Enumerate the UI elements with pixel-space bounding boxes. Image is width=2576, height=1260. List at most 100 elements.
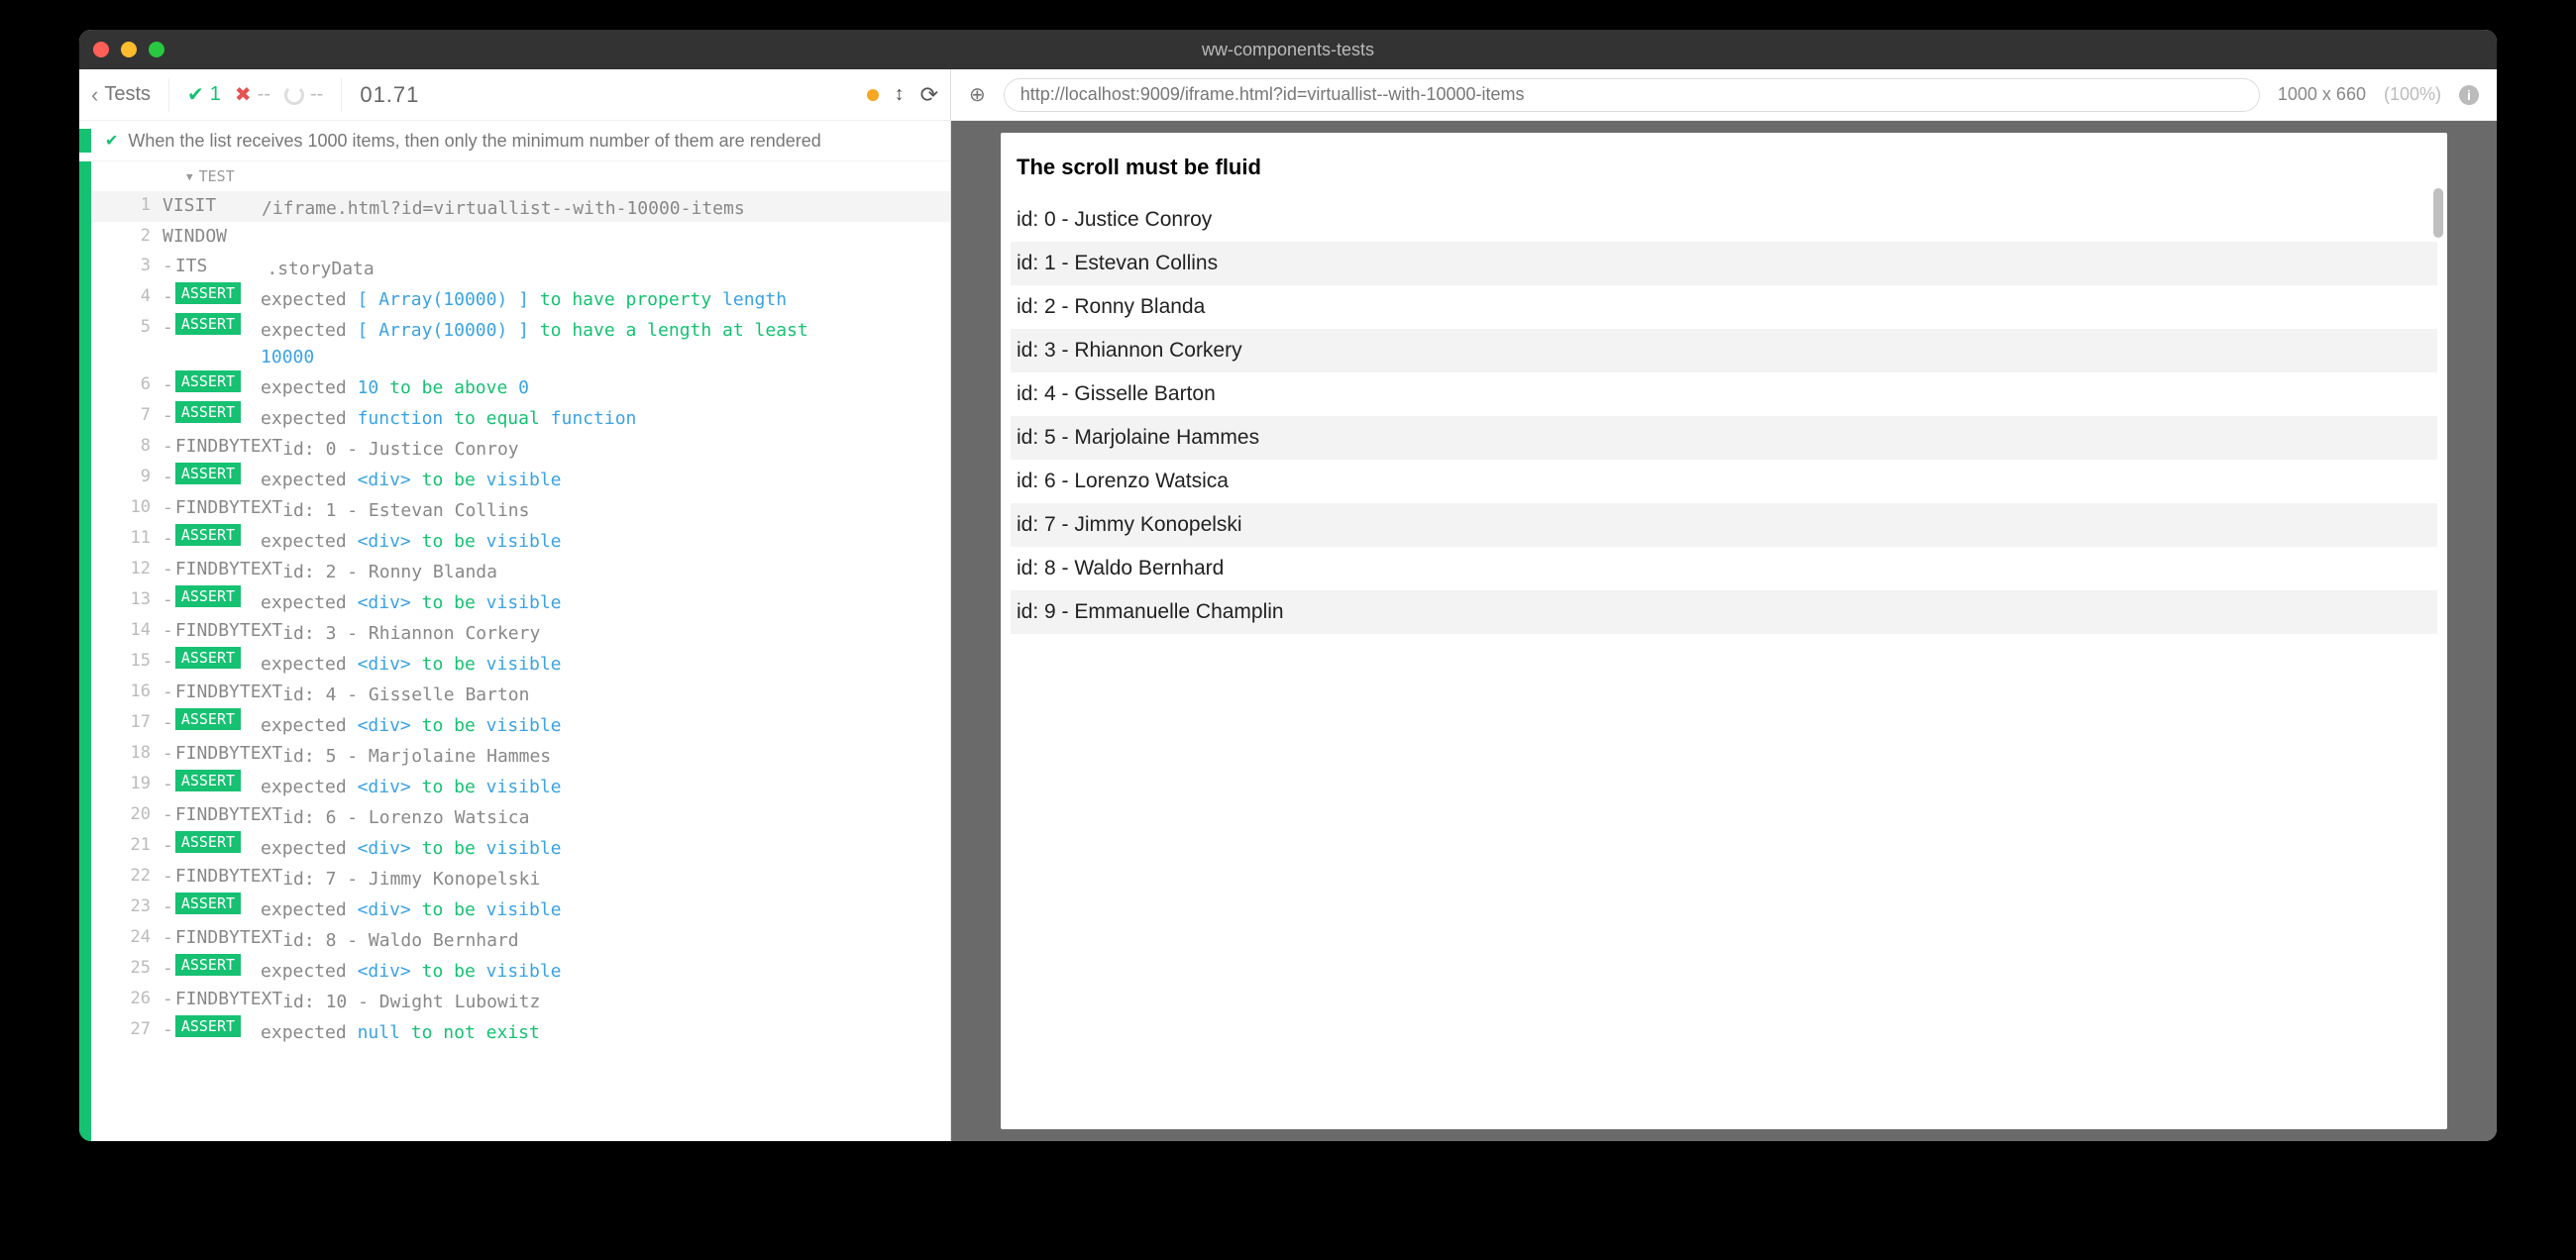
assert-body: expected <div> to be visible	[241, 463, 561, 493]
assert-body: expected <div> to be visible	[241, 524, 561, 555]
log-row[interactable]: 17-ASSERTexpected <div> to be visible	[79, 708, 950, 739]
command-name: FINDBYTEXT	[175, 800, 282, 825]
assert-body: expected [ Array(10000) ] to have a leng…	[241, 313, 855, 370]
command-name: FINDBYTEXT	[175, 616, 282, 641]
log-row[interactable]: 23-ASSERTexpected <div> to be visible	[79, 892, 950, 923]
log-row[interactable]: 15-ASSERTexpected <div> to be visible	[79, 647, 950, 678]
list-item[interactable]: id: 2 - Ronny Blanda	[1011, 285, 2437, 329]
list-item[interactable]: id: 5 - Marjolaine Hammes	[1011, 416, 2437, 460]
assert-badge: ASSERT	[175, 463, 241, 484]
line-number: 7	[103, 401, 162, 425]
info-icon[interactable]: i	[2459, 85, 2479, 105]
command-body: id: 5 - Marjolaine Hammes	[282, 739, 551, 770]
assert-badge: ASSERT	[175, 401, 241, 423]
log-row[interactable]: 2WINDOW	[79, 222, 950, 252]
log-row[interactable]: 14-FINDBYTEXTid: 3 - Rhiannon Corkery	[79, 616, 950, 647]
log-row[interactable]: 5-ASSERTexpected [ Array(10000) ] to hav…	[79, 313, 950, 370]
list-item[interactable]: id: 7 - Jimmy Konopelski	[1011, 503, 2437, 547]
log-row[interactable]: 8-FINDBYTEXTid: 0 - Justice Conroy	[79, 432, 950, 463]
log-row[interactable]: 12-FINDBYTEXTid: 2 - Ronny Blanda	[79, 555, 950, 585]
command-name: FINDBYTEXT	[175, 862, 282, 887]
command-name: FINDBYTEXT	[175, 739, 282, 764]
window-title: ww-components-tests	[79, 40, 2497, 60]
list-item[interactable]: id: 6 - Lorenzo Watsica	[1011, 460, 2437, 503]
line-number: 13	[103, 585, 162, 609]
list-item[interactable]: id: 0 - Justice Conroy	[1011, 198, 2437, 242]
line-number: 26	[103, 985, 162, 1008]
pending-count[interactable]: --	[284, 83, 323, 106]
line-number: 12	[103, 555, 162, 578]
line-number: 9	[103, 463, 162, 486]
log-row[interactable]: 27-ASSERTexpected null to not exist	[79, 1015, 950, 1046]
assert-badge: ASSERT	[175, 954, 241, 976]
log-row[interactable]: 7-ASSERTexpected function to equal funct…	[79, 401, 950, 432]
assert-body: expected [ Array(10000) ] to have proper…	[241, 282, 787, 313]
line-number: 11	[103, 524, 162, 548]
line-number: 15	[103, 647, 162, 671]
command-name: VISIT	[162, 191, 262, 216]
command-body	[227, 222, 237, 226]
log-row[interactable]: 4-ASSERTexpected [ Array(10000) ] to hav…	[79, 282, 950, 313]
line-number: 14	[103, 616, 162, 640]
log-row[interactable]: 21-ASSERTexpected <div> to be visible	[79, 831, 950, 862]
reload-icon[interactable]: ⟳	[920, 82, 938, 108]
preview-panel: ⊕ http://localhost:9009/iframe.html?id=v…	[951, 69, 2497, 1141]
url-bar: ⊕ http://localhost:9009/iframe.html?id=v…	[951, 69, 2497, 121]
command-body: id: 2 - Ronny Blanda	[282, 555, 497, 585]
log-row[interactable]: 6-ASSERTexpected 10 to be above 0	[79, 370, 950, 401]
selector-playground-icon[interactable]: ⊕	[969, 82, 986, 107]
assert-badge: ASSERT	[175, 647, 241, 669]
url-field[interactable]: http://localhost:9009/iframe.html?id=vir…	[1004, 78, 2260, 112]
viewport-scale: (100%)	[2384, 84, 2441, 105]
command-log[interactable]: ▼ TEST 1VISIT/iframe.html?id=virtuallist…	[79, 161, 950, 1141]
command-name: FINDBYTEXT	[175, 493, 282, 518]
log-row[interactable]: 13-ASSERTexpected <div> to be visible	[79, 585, 950, 616]
log-row[interactable]: 1VISIT/iframe.html?id=virtuallist--with-…	[79, 191, 950, 222]
list-item[interactable]: id: 4 - Gisselle Barton	[1011, 372, 2437, 416]
assert-body: expected <div> to be visible	[241, 954, 561, 985]
log-row[interactable]: 22-FINDBYTEXTid: 7 - Jimmy Konopelski	[79, 862, 950, 892]
line-number: 1	[103, 191, 162, 215]
log-row[interactable]: 24-FINDBYTEXTid: 8 - Waldo Bernhard	[79, 923, 950, 954]
log-row[interactable]: 20-FINDBYTEXTid: 6 - Lorenzo Watsica	[79, 800, 950, 831]
timer: 01.71	[360, 82, 419, 108]
back-button[interactable]: ‹ Tests	[91, 82, 151, 108]
updown-icon[interactable]: ↕	[895, 83, 905, 106]
spinner-icon	[284, 85, 304, 105]
scrollbar-thumb[interactable]	[2433, 188, 2443, 238]
line-number: 5	[103, 313, 162, 337]
fail-count[interactable]: ✖ --	[235, 82, 270, 107]
list-item[interactable]: id: 1 - Estevan Collins	[1011, 242, 2437, 285]
assert-badge: ASSERT	[175, 370, 241, 392]
assert-body: expected <div> to be visible	[241, 892, 561, 923]
list-item[interactable]: id: 3 - Rhiannon Corkery	[1011, 329, 2437, 372]
log-row[interactable]: 25-ASSERTexpected <div> to be visible	[79, 954, 950, 985]
assert-body: expected <div> to be visible	[241, 647, 561, 678]
log-row[interactable]: 26-FINDBYTEXTid: 10 - Dwight Lubowitz	[79, 985, 950, 1015]
command-body: id: 1 - Estevan Collins	[282, 493, 529, 524]
assert-badge: ASSERT	[175, 770, 241, 791]
log-row[interactable]: 11-ASSERTexpected <div> to be visible	[79, 524, 950, 555]
command-body: id: 3 - Rhiannon Corkery	[282, 616, 540, 647]
log-row[interactable]: 18-FINDBYTEXTid: 5 - Marjolaine Hammes	[79, 739, 950, 770]
app-under-test[interactable]: The scroll must be fluid id: 0 - Justice…	[1001, 133, 2447, 1129]
assert-badge: ASSERT	[175, 282, 241, 304]
command-name: FINDBYTEXT	[175, 432, 282, 457]
log-row[interactable]: 16-FINDBYTEXTid: 4 - Gisselle Barton	[79, 678, 950, 708]
pass-count[interactable]: ✔ 1	[187, 82, 221, 107]
command-body: id: 6 - Lorenzo Watsica	[282, 800, 529, 831]
log-row[interactable]: 10-FINDBYTEXTid: 1 - Estevan Collins	[79, 493, 950, 524]
assert-body: expected <div> to be visible	[241, 770, 561, 800]
titlebar: ww-components-tests	[79, 30, 2497, 69]
spec-row[interactable]: ✔ When the list receives 1000 items, the…	[79, 121, 950, 161]
list-item[interactable]: id: 9 - Emmanuelle Champlin	[1011, 590, 2437, 634]
log-row[interactable]: 9-ASSERTexpected <div> to be visible	[79, 463, 950, 493]
caret-down-icon: ▼	[186, 170, 193, 183]
virtual-list[interactable]: id: 0 - Justice Conroyid: 1 - Estevan Co…	[1011, 198, 2437, 1119]
aut-viewport: The scroll must be fluid id: 0 - Justice…	[951, 121, 2497, 1141]
log-section-header[interactable]: ▼ TEST	[79, 161, 950, 191]
log-row[interactable]: 3-ITS.storyData	[79, 252, 950, 282]
command-name: FINDBYTEXT	[175, 923, 282, 948]
log-row[interactable]: 19-ASSERTexpected <div> to be visible	[79, 770, 950, 800]
list-item[interactable]: id: 8 - Waldo Bernhard	[1011, 547, 2437, 590]
